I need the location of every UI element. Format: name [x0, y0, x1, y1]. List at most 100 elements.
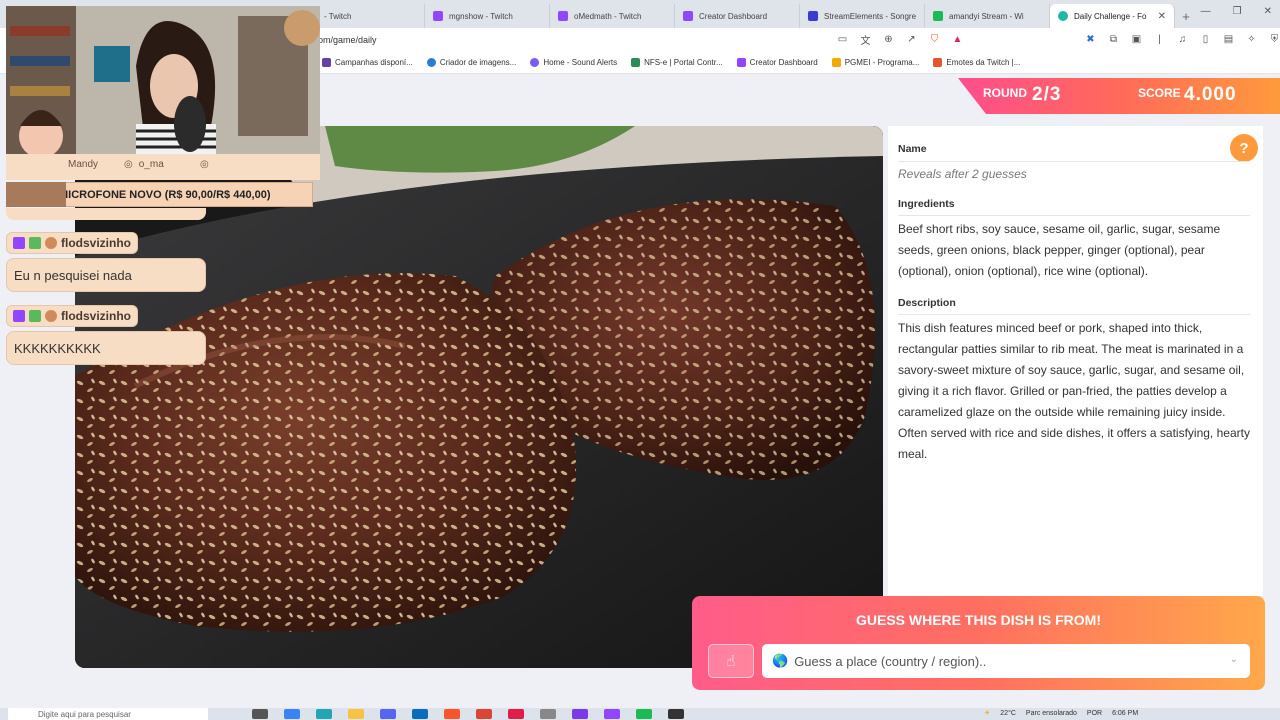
screenshot-icon[interactable]: ▣	[1130, 33, 1143, 46]
instagram-icon: ◎	[124, 159, 133, 170]
bookmark-item[interactable]: Campanhas disponí...	[322, 58, 413, 67]
url-text[interactable]: om/game/daily	[318, 35, 377, 45]
window-controls: — ❐ ✕	[1201, 6, 1272, 17]
chevron-down-icon[interactable]: ⌄	[1230, 654, 1238, 665]
taskbar-apps	[252, 709, 684, 719]
zoom-icon[interactable]: ⊕	[882, 33, 895, 46]
chat-message: Eu n pesquisei nada	[6, 258, 206, 292]
dish-info-panel: ? Name Reveals after 2 guesses Ingredien…	[888, 126, 1263, 596]
guess-field[interactable]: 🌎 ⌄	[762, 644, 1250, 678]
spotify-icon[interactable]	[636, 709, 652, 719]
app-icon[interactable]	[572, 709, 588, 719]
app-icon[interactable]	[316, 709, 332, 719]
task-view-icon[interactable]	[252, 709, 268, 719]
social-handle: Mandy	[68, 159, 99, 170]
opera-icon[interactable]	[508, 709, 524, 719]
minimize-icon[interactable]: —	[1201, 6, 1211, 17]
bookmark-item[interactable]: Criador de imagens...	[426, 58, 516, 67]
chat-message: KKKKKKKKKK	[6, 331, 206, 365]
language[interactable]: POR	[1087, 710, 1102, 717]
new-tab-button[interactable]: +	[1175, 4, 1197, 28]
leo-ai-icon[interactable]: ✧	[1245, 33, 1258, 46]
brave-shield-icon[interactable]: ⛉	[928, 33, 941, 46]
tab-3[interactable]: oMedmath - Twitch	[550, 4, 675, 28]
brave-icon[interactable]	[444, 709, 460, 719]
app-icon[interactable]	[284, 709, 300, 719]
bookmark-label: NFS-e | Portal Contr...	[644, 58, 723, 67]
puzzle-icon[interactable]: ⧉	[1107, 33, 1120, 46]
divider-icon: |	[1158, 34, 1161, 45]
tab-2[interactable]: mgnshow - Twitch	[425, 4, 550, 28]
chat-message-partial	[6, 208, 206, 220]
rewards-icon[interactable]: ▲	[951, 33, 964, 46]
chat-username: flodsvizinho	[6, 232, 138, 254]
twitch-icon	[736, 58, 746, 67]
bookmark-item[interactable]: Emotes da Twitch |...	[933, 58, 1020, 67]
bookmark-item[interactable]: Home - Sound Alerts	[530, 58, 617, 67]
weather-icon: ☀	[984, 710, 991, 717]
search-icon	[426, 58, 436, 67]
twitch-icon	[433, 11, 443, 21]
clock[interactable]: 6:06 PM	[1112, 710, 1138, 717]
vpn-icon[interactable]: ⛨	[1268, 33, 1280, 46]
tab-6[interactable]: amandyi Stream - Wi	[925, 4, 1050, 28]
tab-4[interactable]: Creator Dashboard	[675, 4, 800, 28]
chat-username: flodsvizinho	[6, 305, 138, 327]
app-icon[interactable]	[412, 709, 428, 719]
taskbar: Digite aqui para pesquisar ☀ 22°C Parc e…	[0, 708, 1280, 720]
maximize-icon[interactable]: ❐	[1233, 6, 1242, 17]
emotes-icon	[933, 58, 943, 67]
close-window-icon[interactable]: ✕	[1264, 6, 1272, 17]
bookmark-item[interactable]: NFS-e | Portal Contr...	[631, 58, 723, 67]
tab-daily-challenge[interactable]: Daily Challenge - Fo ✕	[1050, 4, 1175, 28]
chrome-icon[interactable]	[476, 709, 492, 719]
round-label: ROUND	[983, 86, 1027, 100]
tab-title: oMedmath - Twitch	[574, 11, 642, 21]
translate-icon[interactable]: 文	[859, 33, 872, 47]
ingredients-text: Beef short ribs, soy sauce, sesame oil, …	[898, 222, 1221, 278]
sidebar-icon[interactable]: ▯	[1199, 33, 1212, 46]
help-button[interactable]: ?	[1230, 134, 1258, 162]
divider	[898, 314, 1250, 315]
bookmark-item[interactable]: PGMEI - Programa...	[831, 58, 920, 67]
weather-text: Parc ensolarado	[1025, 709, 1077, 717]
bookmark-icon	[322, 58, 331, 67]
instagram-item: ◎ o_ma	[124, 159, 164, 170]
divider	[898, 215, 1250, 216]
hand-button[interactable]: ☝	[708, 644, 754, 678]
webcam-illustration	[6, 6, 320, 154]
address-actions: ▭ 文 ⊕ ↗ ⛉ ▲	[836, 33, 964, 47]
score-label: SCORE	[1138, 86, 1181, 100]
app-icon[interactable]	[668, 709, 684, 719]
discord-icon[interactable]	[380, 709, 396, 719]
app-icon[interactable]	[540, 709, 556, 719]
tab-5[interactable]: StreamElements - Songre	[800, 4, 925, 28]
cast-icon[interactable]: ▭	[836, 33, 849, 46]
music-icon[interactable]: ♫	[1176, 33, 1189, 46]
bookmark-label: PGMEI - Programa...	[844, 58, 920, 67]
score-value: 4.000	[1184, 84, 1237, 105]
name-title: Name	[898, 143, 927, 155]
wallet-icon[interactable]: ▤	[1222, 33, 1235, 46]
system-tray: ☀ 22°C Parc ensolarado POR 6:06 PM	[984, 709, 1138, 718]
webcam-overlay	[6, 6, 320, 154]
description-title: Description	[898, 297, 956, 309]
folder-icon[interactable]	[348, 709, 364, 719]
extension-icon[interactable]: ✖	[1084, 33, 1097, 46]
twitch-icon	[683, 11, 693, 21]
mod-badge-icon	[29, 310, 41, 322]
globe-icon: 🌎	[772, 653, 789, 668]
share-icon[interactable]: ↗	[905, 33, 918, 46]
streamelements-icon	[808, 11, 818, 21]
bookmark-label: Campanhas disponí...	[335, 58, 413, 67]
name-value: Reveals after 2 guesses	[898, 167, 1027, 181]
close-tab-icon[interactable]: ✕	[1158, 11, 1166, 22]
guess-input[interactable]	[794, 653, 1225, 669]
ingredients-title: Ingredients	[898, 198, 955, 210]
tab-title: StreamElements - Songre	[824, 11, 917, 21]
sound-alerts-icon	[530, 58, 540, 67]
taskbar-search[interactable]: Digite aqui para pesquisar	[8, 708, 208, 720]
instagram-icon: ◎	[200, 159, 209, 170]
bookmark-item[interactable]: Creator Dashboard	[736, 58, 818, 67]
twitch-icon[interactable]	[604, 709, 620, 719]
